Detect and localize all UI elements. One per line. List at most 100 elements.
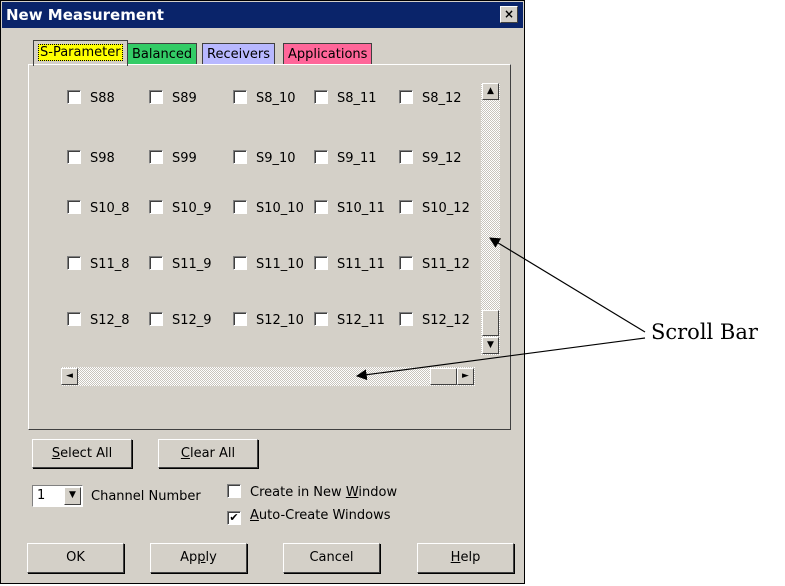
- measurement-checkbox-item[interactable]: S12_8: [67, 312, 130, 330]
- measurement-checkbox[interactable]: [233, 90, 247, 104]
- measurement-checkbox[interactable]: [233, 150, 247, 164]
- measurement-checkbox-item[interactable]: S11_12: [399, 256, 470, 274]
- measurement-checkbox[interactable]: [149, 312, 163, 326]
- close-icon[interactable]: ×: [500, 6, 518, 23]
- measurement-checkbox[interactable]: [314, 90, 328, 104]
- measurement-label: S11_9: [172, 257, 212, 272]
- measurement-checkbox-item[interactable]: S98: [67, 150, 115, 168]
- measurement-checkbox[interactable]: [233, 312, 247, 326]
- measurement-checkbox-item[interactable]: S12_11: [314, 312, 385, 330]
- measurement-checkbox[interactable]: [314, 200, 328, 214]
- measurement-checkbox[interactable]: [233, 256, 247, 270]
- measurement-checkbox-item[interactable]: S12_12: [399, 312, 470, 330]
- measurement-checkbox[interactable]: [149, 90, 163, 104]
- measurement-label: S89: [172, 91, 197, 106]
- auto-create-windows-label: uto-Create Windows: [258, 508, 391, 523]
- measurement-label: S11_8: [90, 257, 130, 272]
- scroll-up-icon[interactable]: ▲: [482, 83, 499, 100]
- measurement-checkbox[interactable]: [149, 256, 163, 270]
- measurement-checkbox[interactable]: [399, 90, 413, 104]
- measurement-checkbox[interactable]: [314, 256, 328, 270]
- scroll-right-icon[interactable]: ►: [457, 368, 474, 385]
- measurement-checkbox-item[interactable]: S9_10: [233, 150, 296, 168]
- measurement-label: S10_12: [422, 201, 470, 216]
- measurement-checkbox-item[interactable]: S11_9: [149, 256, 212, 274]
- ok-button[interactable]: OK: [27, 543, 124, 573]
- tab-receivers-label: Receivers: [207, 47, 271, 62]
- measurement-checkbox[interactable]: [67, 312, 81, 326]
- chevron-down-icon[interactable]: ▼: [64, 487, 81, 505]
- create-in-new-window-label-pre: Create in New: [250, 485, 346, 500]
- title-bar: New Measurement ×: [2, 2, 523, 28]
- measurement-label: S12_10: [256, 313, 304, 328]
- measurement-label: S8_11: [337, 91, 377, 106]
- tab-balanced[interactable]: Balanced: [127, 43, 198, 65]
- dialog-title: New Measurement: [6, 6, 164, 24]
- measurement-checkbox[interactable]: [233, 200, 247, 214]
- select-all-button[interactable]: Select All: [32, 439, 132, 468]
- vertical-scroll-thumb[interactable]: [482, 310, 499, 336]
- measurement-checkbox[interactable]: [67, 90, 81, 104]
- measurement-checkbox[interactable]: [399, 200, 413, 214]
- horizontal-scroll-thumb[interactable]: [430, 368, 457, 385]
- auto-create-windows-mnemonic: A: [250, 508, 259, 523]
- scroll-left-icon[interactable]: ◄: [61, 368, 78, 385]
- auto-create-windows-checkbox[interactable]: ✔: [227, 511, 241, 525]
- measurement-checkbox-item[interactable]: S11_10: [233, 256, 304, 274]
- measurement-checkbox[interactable]: [67, 256, 81, 270]
- measurement-label: S8_12: [422, 91, 462, 106]
- measurement-checkbox-item[interactable]: S89: [149, 90, 197, 108]
- measurement-checkbox[interactable]: [149, 200, 163, 214]
- measurement-label: S9_11: [337, 151, 377, 166]
- measurement-label: S11_12: [422, 257, 470, 272]
- measurement-checkbox[interactable]: [314, 312, 328, 326]
- clear-all-button[interactable]: Clear All: [158, 439, 258, 468]
- tab-s-parameter[interactable]: S-Parameter: [33, 40, 128, 66]
- measurement-checkbox-item[interactable]: S9_12: [399, 150, 462, 168]
- measurement-checkbox[interactable]: [67, 200, 81, 214]
- channel-number-select[interactable]: 1 ▼: [32, 485, 83, 507]
- measurement-checkbox-item[interactable]: S8_12: [399, 90, 462, 108]
- measurement-label: S12_9: [172, 313, 212, 328]
- measurement-checkbox-item[interactable]: S8_11: [314, 90, 377, 108]
- help-button[interactable]: Help: [417, 543, 514, 573]
- measurement-checkbox-item[interactable]: S8_10: [233, 90, 296, 108]
- tab-applications-label: Applications: [288, 47, 368, 62]
- measurement-checkbox-item[interactable]: S10_12: [399, 200, 470, 218]
- apply-button[interactable]: Apply: [150, 543, 247, 573]
- new-measurement-dialog: New Measurement × S-Parameter Balanced R…: [0, 0, 525, 584]
- measurement-checkbox-item[interactable]: S10_10: [233, 200, 304, 218]
- measurement-checkbox-item[interactable]: S10_9: [149, 200, 212, 218]
- measurement-label: S12_8: [90, 313, 130, 328]
- measurement-checkbox-item[interactable]: S11_11: [314, 256, 385, 274]
- clear-all-label: lear All: [189, 446, 236, 461]
- create-in-new-window-checkbox[interactable]: [227, 484, 241, 498]
- measurement-checkbox-item[interactable]: S99: [149, 150, 197, 168]
- measurement-checkbox[interactable]: [399, 256, 413, 270]
- create-in-new-window-option[interactable]: Create in New Window: [227, 484, 397, 500]
- measurement-checkbox[interactable]: [399, 312, 413, 326]
- measurement-checkbox-item[interactable]: S12_10: [233, 312, 304, 330]
- measurement-checkbox[interactable]: [149, 150, 163, 164]
- measurement-checkbox[interactable]: [314, 150, 328, 164]
- scroll-down-icon[interactable]: ▼: [482, 337, 499, 354]
- select-all-mnemonic: S: [51, 446, 61, 461]
- measurement-label: S12_12: [422, 313, 470, 328]
- measurement-checkbox-item[interactable]: S10_8: [67, 200, 130, 218]
- horizontal-scrollbar[interactable]: ◄ ►: [61, 367, 475, 386]
- cancel-button[interactable]: Cancel: [283, 543, 380, 573]
- measurement-checkbox-item[interactable]: S12_9: [149, 312, 212, 330]
- tab-balanced-label: Balanced: [132, 47, 193, 62]
- vertical-scrollbar[interactable]: ▲ ▼: [481, 83, 500, 355]
- measurement-checkbox-item[interactable]: S10_11: [314, 200, 385, 218]
- measurement-checkbox-item[interactable]: S88: [67, 90, 115, 108]
- tab-receivers[interactable]: Receivers: [202, 43, 276, 65]
- channel-number-label: Channel Number: [91, 489, 201, 504]
- auto-create-windows-option[interactable]: ✔ Auto-Create Windows: [227, 508, 391, 525]
- measurement-label: S11_11: [337, 257, 385, 272]
- measurement-checkbox-item[interactable]: S9_11: [314, 150, 377, 168]
- measurement-checkbox-item[interactable]: S11_8: [67, 256, 130, 274]
- measurement-checkbox[interactable]: [399, 150, 413, 164]
- measurement-checkbox[interactable]: [67, 150, 81, 164]
- tab-applications[interactable]: Applications: [283, 43, 373, 65]
